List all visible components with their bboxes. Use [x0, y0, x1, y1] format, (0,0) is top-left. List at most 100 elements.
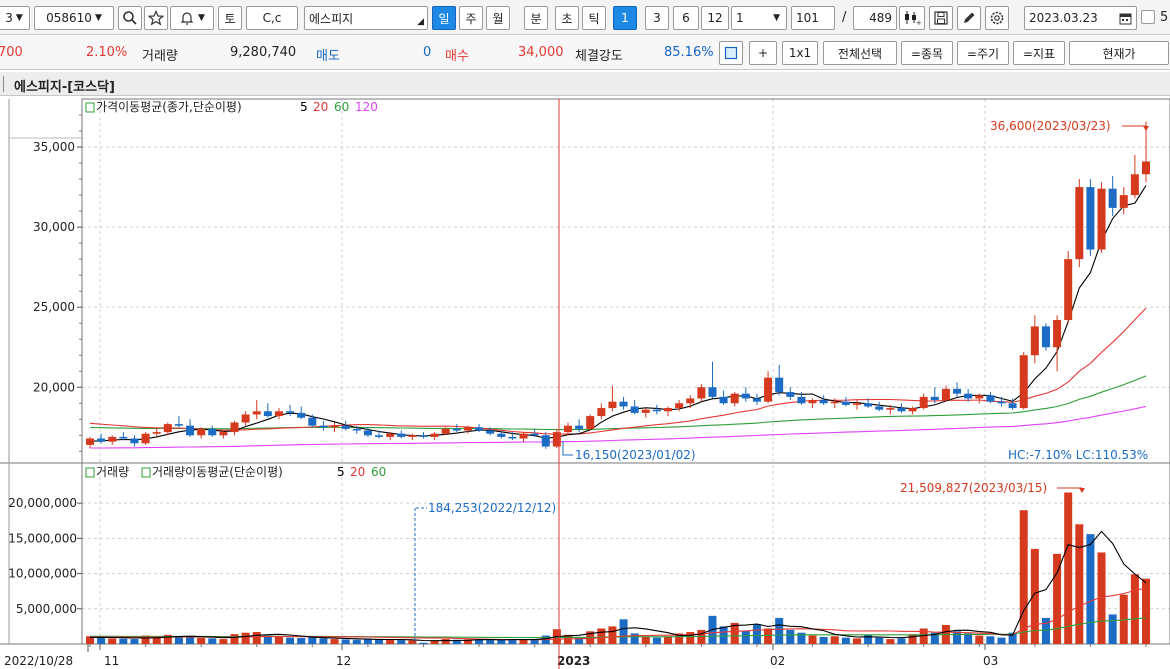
select-all-button[interactable]: 전체선택: [823, 41, 897, 65]
volume-bar: [964, 633, 973, 644]
chevron-down-icon: ▼: [15, 13, 23, 23]
layout-1x1-button[interactable]: 1x1: [782, 41, 818, 65]
candle-body: [597, 408, 606, 417]
star-icon: [148, 10, 164, 26]
option-checkbox[interactable]: [1141, 10, 1155, 24]
volume-bar: [786, 629, 795, 644]
candle-body: [430, 433, 439, 437]
volume-bar: [841, 637, 850, 644]
cc-button[interactable]: C,c: [246, 6, 298, 30]
volume-bar: [186, 636, 195, 644]
period-day-button[interactable]: 일: [432, 6, 456, 30]
candle-body: [352, 428, 361, 431]
volume-bar: [274, 636, 283, 644]
candle-body: [1019, 355, 1028, 409]
alert-button[interactable]: ▼: [170, 6, 214, 30]
candle-body: [830, 401, 839, 404]
candle-body: [752, 398, 761, 402]
period-minute-button[interactable]: 분: [524, 6, 548, 30]
saturday-button[interactable]: 토: [218, 6, 242, 30]
candle-body: [1030, 326, 1039, 356]
calendar-icon: [1119, 13, 1132, 24]
period-week-button[interactable]: 주: [459, 6, 483, 30]
volume-ma-legend-box-icon[interactable]: [141, 467, 151, 478]
stock-code-input[interactable]: 058610 ▼: [34, 6, 114, 30]
volume-bar: [419, 642, 428, 644]
prev-code-dropdown[interactable]: 3 ▼: [0, 6, 30, 30]
strength-label: 체결강도: [575, 49, 623, 64]
price-tick-label: 25,000: [33, 300, 75, 314]
number-1-button[interactable]: 1: [613, 6, 637, 30]
candle-body: [730, 393, 739, 404]
candle-body: [497, 433, 506, 437]
candle-body: [1053, 319, 1062, 348]
interval-dropdown[interactable]: 1 ▼: [731, 6, 787, 30]
period-second-button[interactable]: 초: [555, 6, 579, 30]
volume-legend-box-icon[interactable]: [85, 467, 95, 478]
candle-body: [308, 417, 317, 426]
search-button[interactable]: [118, 6, 142, 30]
date-value: 2023.03.23: [1029, 11, 1098, 25]
candle-body: [152, 432, 161, 434]
candle-body: [397, 433, 406, 437]
candle-body: [619, 401, 628, 407]
date-picker[interactable]: 2023.03.23: [1024, 6, 1137, 30]
sync-stock-button[interactable]: =종목: [901, 41, 953, 65]
box-select-button[interactable]: [719, 41, 743, 65]
candle-body: [463, 427, 472, 431]
x-tick-label: 03: [983, 654, 998, 668]
volume-bar: [297, 638, 306, 644]
number-3-button[interactable]: 3: [645, 6, 669, 30]
candle-type-button[interactable]: +: [899, 6, 925, 30]
candle-body: [519, 433, 528, 439]
sync-indicator-button[interactable]: =지표: [1013, 41, 1065, 65]
candle-body: [1008, 403, 1017, 409]
volume-bar: [230, 634, 239, 644]
candle-body: [786, 392, 795, 397]
candle-body: [697, 387, 706, 399]
x-tick-label: 02: [770, 654, 785, 668]
count-input[interactable]: 101: [791, 6, 835, 30]
candle-body: [808, 400, 817, 404]
period-tick-button[interactable]: 틱: [582, 6, 606, 30]
volume-bar: [97, 637, 106, 644]
save-button[interactable]: [929, 6, 953, 30]
number-6-button[interactable]: 6: [673, 6, 699, 30]
volume-bar: [886, 639, 895, 644]
candle-body: [675, 403, 684, 409]
candle-body: [719, 396, 728, 404]
stock-chart[interactable]: 35,000 30,000 25,000 20,000 20,000,000 15,000…: [0, 96, 1170, 669]
current-price-button[interactable]: 현재가: [1069, 41, 1169, 65]
price-legend-label: 가격이동평균(종가,단순이평): [96, 100, 242, 114]
add-button[interactable]: +: [749, 41, 777, 65]
stock-name-field[interactable]: 에스피지 ◢: [304, 6, 428, 30]
volume-bar: [1019, 510, 1028, 644]
candle-body: [330, 425, 339, 428]
candle-body: [986, 395, 995, 402]
candle-body: [541, 435, 550, 447]
candle-body: [319, 425, 328, 428]
candle-body: [530, 433, 539, 436]
candle-body: [230, 422, 239, 433]
number-12-button[interactable]: 12: [701, 6, 729, 30]
sync-period-button[interactable]: =주기: [957, 41, 1009, 65]
count-separator: /: [842, 10, 847, 25]
candle-body: [452, 428, 461, 431]
price-legend-ma5: 5: [300, 100, 308, 114]
candle-body: [297, 412, 306, 418]
volume-bar: [608, 626, 617, 644]
period-month-button[interactable]: 월: [486, 6, 510, 30]
candle-body: [1064, 259, 1073, 320]
settings-button[interactable]: [985, 6, 1009, 30]
volume-bar: [530, 639, 539, 644]
price-legend-box-icon[interactable]: [85, 102, 95, 113]
candle-body: [130, 438, 139, 444]
volume-bar: [986, 636, 995, 644]
volume-bar: [1075, 524, 1084, 644]
total-count-field[interactable]: 489: [853, 6, 897, 30]
candle-body: [85, 438, 95, 445]
volume-bar: [1130, 574, 1139, 644]
draw-tool-button[interactable]: [957, 6, 981, 30]
favorite-button[interactable]: [144, 6, 168, 30]
candle-body: [864, 403, 873, 407]
